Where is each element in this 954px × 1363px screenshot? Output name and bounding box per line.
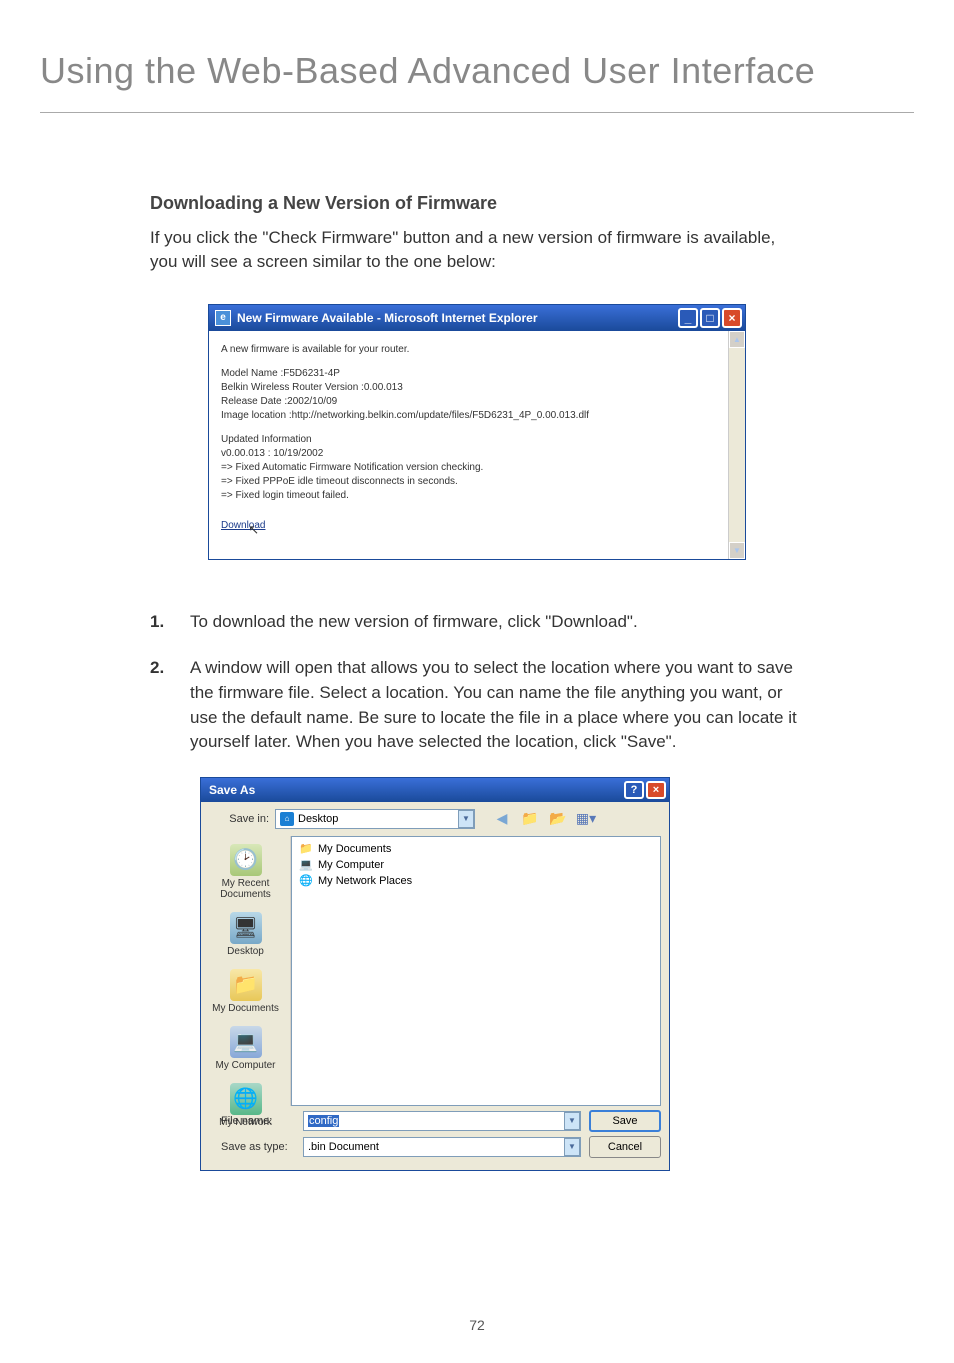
step-list: 1. To download the new version of firmwa… bbox=[150, 610, 804, 755]
image-location-line: Image location :http://networking.belkin… bbox=[221, 409, 716, 423]
place-computer-label: My Computer bbox=[215, 1060, 275, 1071]
file-label: My Documents bbox=[318, 843, 391, 855]
saveas-close-button[interactable]: × bbox=[646, 781, 666, 799]
filename-input[interactable]: config ▼ bbox=[303, 1111, 581, 1131]
documents-icon: 📁 bbox=[230, 969, 262, 1001]
file-item-mydocs[interactable]: 📁 My Documents bbox=[296, 841, 656, 857]
file-list-area[interactable]: 📁 My Documents 💻 My Computer 🌐 My Networ… bbox=[291, 836, 661, 1106]
places-bar: 🕑 My Recent Documents 🖥 Desktop 📁 My Doc… bbox=[201, 836, 291, 1106]
folder-icon: 📁 bbox=[298, 842, 314, 856]
computer-icon: 💻 bbox=[230, 1026, 262, 1058]
ie-window-title: New Firmware Available - Microsoft Inter… bbox=[237, 311, 678, 325]
update-note-3: => Fixed login timeout failed. bbox=[221, 489, 716, 503]
file-item-mycomp[interactable]: 💻 My Computer bbox=[296, 857, 656, 873]
place-documents-label: My Documents bbox=[212, 1003, 279, 1014]
cancel-button[interactable]: Cancel bbox=[589, 1136, 661, 1158]
place-documents[interactable]: 📁 My Documents bbox=[206, 965, 286, 1022]
step-2-text: A window will open that allows you to se… bbox=[190, 656, 804, 755]
content-area: Downloading a New Version of Firmware If… bbox=[0, 193, 954, 1171]
saveas-bottom: File name: config ▼ Save Save as type: .… bbox=[201, 1106, 669, 1170]
chevron-down-icon[interactable]: ▼ bbox=[564, 1138, 580, 1156]
saveas-toolbar: Save in: ⌂ Desktop ▼ ◀ 📁 📂 ▦▾ bbox=[201, 802, 669, 836]
step-1-text: To download the new version of firmware,… bbox=[190, 610, 804, 635]
page-number: 72 bbox=[469, 1317, 485, 1333]
place-desktop[interactable]: 🖥 Desktop bbox=[206, 908, 286, 965]
update-head: Updated Information bbox=[221, 433, 716, 447]
filename-value: config bbox=[308, 1115, 339, 1127]
desktop-place-icon: 🖥 bbox=[230, 912, 262, 944]
saveastype-row: Save as type: .bin Document ▼ Cancel bbox=[209, 1136, 661, 1158]
toolbar-icons: ◀ 📁 📂 ▦▾ bbox=[491, 808, 597, 830]
saveastype-input[interactable]: .bin Document ▼ bbox=[303, 1137, 581, 1157]
update-note-1: => Fixed Automatic Firmware Notification… bbox=[221, 461, 716, 475]
maximize-button[interactable]: □ bbox=[700, 308, 720, 328]
place-recent-label: My Recent Documents bbox=[220, 878, 271, 900]
update-version: v0.00.013 : 10/19/2002 bbox=[221, 447, 716, 461]
step-2-number: 2. bbox=[150, 656, 190, 755]
save-button[interactable]: Save bbox=[589, 1110, 661, 1132]
help-button[interactable]: ? bbox=[624, 781, 644, 799]
close-button[interactable]: × bbox=[722, 308, 742, 328]
place-computer[interactable]: 💻 My Computer bbox=[206, 1022, 286, 1079]
firmware-intro: A new firmware is available for your rou… bbox=[221, 343, 716, 357]
back-icon[interactable]: ◀ bbox=[491, 808, 513, 830]
step-1: 1. To download the new version of firmwa… bbox=[150, 610, 804, 635]
release-line: Release Date :2002/10/09 bbox=[221, 395, 716, 409]
network-icon: 🌐 bbox=[230, 1083, 262, 1115]
views-icon[interactable]: ▦▾ bbox=[575, 808, 597, 830]
ie-content: A new firmware is available for your rou… bbox=[209, 331, 728, 559]
new-folder-icon[interactable]: 📂 bbox=[547, 808, 569, 830]
place-desktop-label: Desktop bbox=[227, 946, 264, 957]
filename-label: File name: bbox=[209, 1115, 295, 1127]
network-small-icon: 🌐 bbox=[298, 874, 314, 888]
scroll-up-icon[interactable]: ▲ bbox=[729, 331, 745, 348]
saveas-title: Save As bbox=[209, 783, 622, 797]
firmware-info-block: Model Name :F5D6231-4P Belkin Wireless R… bbox=[221, 367, 716, 423]
step-2: 2. A window will open that allows you to… bbox=[150, 656, 804, 755]
desktop-icon: ⌂ bbox=[280, 812, 294, 826]
place-recent[interactable]: 🕑 My Recent Documents bbox=[206, 840, 286, 908]
intro-text: If you click the "Check Firmware" button… bbox=[150, 226, 804, 274]
savein-combo[interactable]: ⌂ Desktop ▼ bbox=[275, 809, 475, 829]
scroll-down-icon[interactable]: ▼ bbox=[729, 542, 745, 559]
version-line: Belkin Wireless Router Version :0.00.013 bbox=[221, 381, 716, 395]
saveastype-label: Save as type: bbox=[209, 1141, 295, 1153]
ie-body: A new firmware is available for your rou… bbox=[209, 331, 745, 559]
saveastype-value: .bin Document bbox=[308, 1141, 379, 1153]
chevron-down-icon[interactable]: ▼ bbox=[458, 810, 474, 828]
update-info-block: Updated Information v0.00.013 : 10/19/20… bbox=[221, 433, 716, 503]
up-folder-icon[interactable]: 📁 bbox=[519, 808, 541, 830]
savein-value: Desktop bbox=[298, 813, 470, 825]
file-label: My Network Places bbox=[318, 875, 412, 887]
saveas-dialog: Save As ? × Save in: ⌂ Desktop ▼ ◀ 📁 📂 ▦… bbox=[200, 777, 670, 1171]
title-divider bbox=[40, 112, 914, 113]
scroll-track[interactable] bbox=[729, 348, 745, 542]
window-buttons: _ □ × bbox=[678, 308, 742, 328]
savein-label: Save in: bbox=[209, 813, 269, 825]
computer-small-icon: 💻 bbox=[298, 858, 314, 872]
page-title: Using the Web-Based Advanced User Interf… bbox=[0, 0, 954, 112]
saveas-titlebar: Save As ? × bbox=[201, 778, 669, 802]
step-1-number: 1. bbox=[150, 610, 190, 635]
ie-window: e New Firmware Available - Microsoft Int… bbox=[208, 304, 746, 560]
file-item-networkplaces[interactable]: 🌐 My Network Places bbox=[296, 873, 656, 889]
saveas-body: 🕑 My Recent Documents 🖥 Desktop 📁 My Doc… bbox=[201, 836, 669, 1106]
chevron-down-icon[interactable]: ▼ bbox=[564, 1112, 580, 1130]
file-label: My Computer bbox=[318, 859, 384, 871]
recent-icon: 🕑 bbox=[230, 844, 262, 876]
update-note-2: => Fixed PPPoE idle timeout disconnects … bbox=[221, 475, 716, 489]
ie-titlebar: e New Firmware Available - Microsoft Int… bbox=[209, 305, 745, 331]
scrollbar[interactable]: ▲ ▼ bbox=[728, 331, 745, 559]
minimize-button[interactable]: _ bbox=[678, 308, 698, 328]
ie-app-icon: e bbox=[215, 310, 231, 326]
model-line: Model Name :F5D6231-4P bbox=[221, 367, 716, 381]
place-network[interactable]: 🌐 My Network bbox=[206, 1079, 286, 1136]
cursor-icon: ↖ bbox=[248, 521, 259, 539]
section-heading: Downloading a New Version of Firmware bbox=[150, 193, 804, 214]
